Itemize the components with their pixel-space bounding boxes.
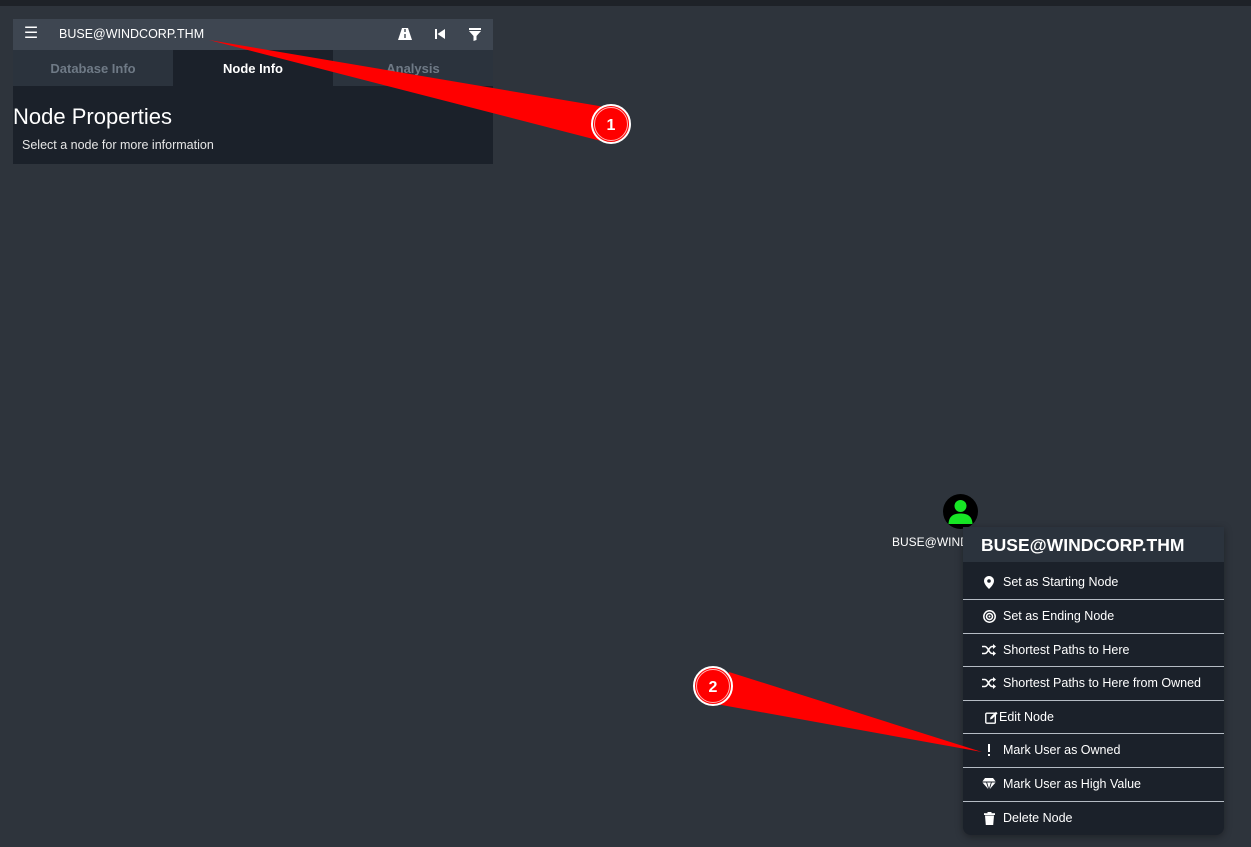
node-label: BUSE@WIND xyxy=(892,535,969,549)
step-back-icon[interactable] xyxy=(430,24,450,44)
top-strip xyxy=(0,0,1251,6)
shuffle-icon xyxy=(981,676,997,690)
node-properties-title: Node Properties xyxy=(13,104,172,129)
menu-icon[interactable]: ☰ xyxy=(21,24,41,44)
context-menu-header: BUSE@WINDCORP.THM xyxy=(963,527,1224,562)
annotation-badge-2: 2 xyxy=(693,666,733,706)
menu-item-label: Shortest Paths to Here from Owned xyxy=(1003,676,1202,690)
edit-icon xyxy=(983,710,999,724)
annotation-number-2: 2 xyxy=(709,679,718,696)
annotation-badge-1: 1 xyxy=(591,104,631,144)
menu-item-label: Set as Ending Node xyxy=(1003,609,1115,623)
tab-database-info[interactable]: Database Info xyxy=(13,50,173,86)
annotation-arrow-2 xyxy=(716,672,982,752)
annotation-number-1: 1 xyxy=(607,117,616,134)
menu-item-label: Delete Node xyxy=(1003,811,1073,825)
filter-icon[interactable] xyxy=(465,24,485,44)
node-info-panel: ☰ BUSE@WINDCORP.THM Database Info Node I… xyxy=(13,19,493,164)
panel-tabs: Database Info Node Info Analysis xyxy=(13,50,493,86)
context-menu-title: BUSE@WINDCORP.THM xyxy=(981,535,1185,555)
gem-icon xyxy=(981,777,997,791)
target-icon xyxy=(981,609,997,623)
menu-item-label: Shortest Paths to Here xyxy=(1003,643,1130,657)
node-properties-hint: Select a node for more information xyxy=(22,138,214,152)
menu-item-set-ending-node[interactable]: Set as Ending Node xyxy=(963,599,1224,632)
graph-canvas[interactable]: ☰ BUSE@WINDCORP.THM Database Info Node I… xyxy=(0,0,1251,847)
menu-item-shortest-paths-to-here[interactable]: Shortest Paths to Here xyxy=(963,633,1224,666)
user-node[interactable] xyxy=(943,494,978,529)
menu-item-shortest-paths-from-owned[interactable]: Shortest Paths to Here from Owned xyxy=(963,666,1224,699)
menu-item-delete-node[interactable]: Delete Node xyxy=(963,801,1224,834)
tab-node-info[interactable]: Node Info xyxy=(173,50,333,86)
exclamation-icon xyxy=(981,743,997,757)
tab-analysis[interactable]: Analysis xyxy=(333,50,493,86)
menu-item-mark-high-value[interactable]: Mark User as High Value xyxy=(963,767,1224,800)
menu-item-label: Edit Node xyxy=(999,710,1054,724)
menu-item-label: Mark User as High Value xyxy=(1003,777,1142,791)
menu-item-set-starting-node[interactable]: Set as Starting Node xyxy=(963,566,1224,599)
menu-item-edit-node[interactable]: Edit Node xyxy=(963,700,1224,733)
user-icon xyxy=(948,500,973,524)
search-input[interactable]: BUSE@WINDCORP.THM xyxy=(59,27,204,41)
menu-item-mark-owned[interactable]: Mark User as Owned xyxy=(963,733,1224,766)
menu-item-label: Mark User as Owned xyxy=(1003,743,1121,757)
pathfinding-road-icon[interactable] xyxy=(395,24,415,44)
map-marker-icon xyxy=(981,575,997,589)
node-context-menu: BUSE@WINDCORP.THM Set as Starting Node S… xyxy=(963,527,1224,835)
search-bar: ☰ BUSE@WINDCORP.THM xyxy=(13,19,493,50)
shuffle-icon xyxy=(981,643,997,657)
menu-item-label: Set as Starting Node xyxy=(1003,575,1119,589)
trash-icon xyxy=(981,811,997,825)
